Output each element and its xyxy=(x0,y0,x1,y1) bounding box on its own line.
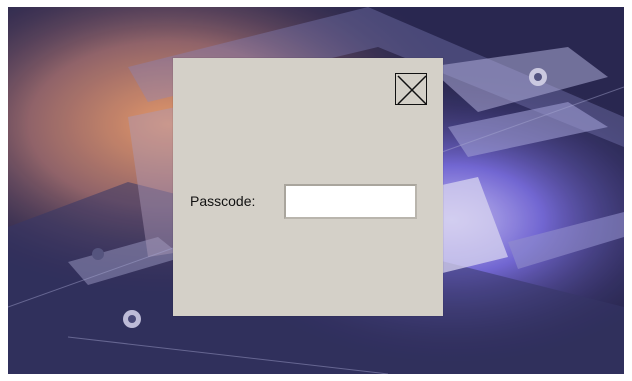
close-x-icon xyxy=(397,75,427,105)
screen: Passcode: xyxy=(0,0,632,381)
close-button[interactable] xyxy=(395,73,427,105)
passcode-label: Passcode: xyxy=(190,193,256,209)
passcode-dialog: Passcode: xyxy=(173,58,443,316)
passcode-input[interactable] xyxy=(284,184,417,219)
